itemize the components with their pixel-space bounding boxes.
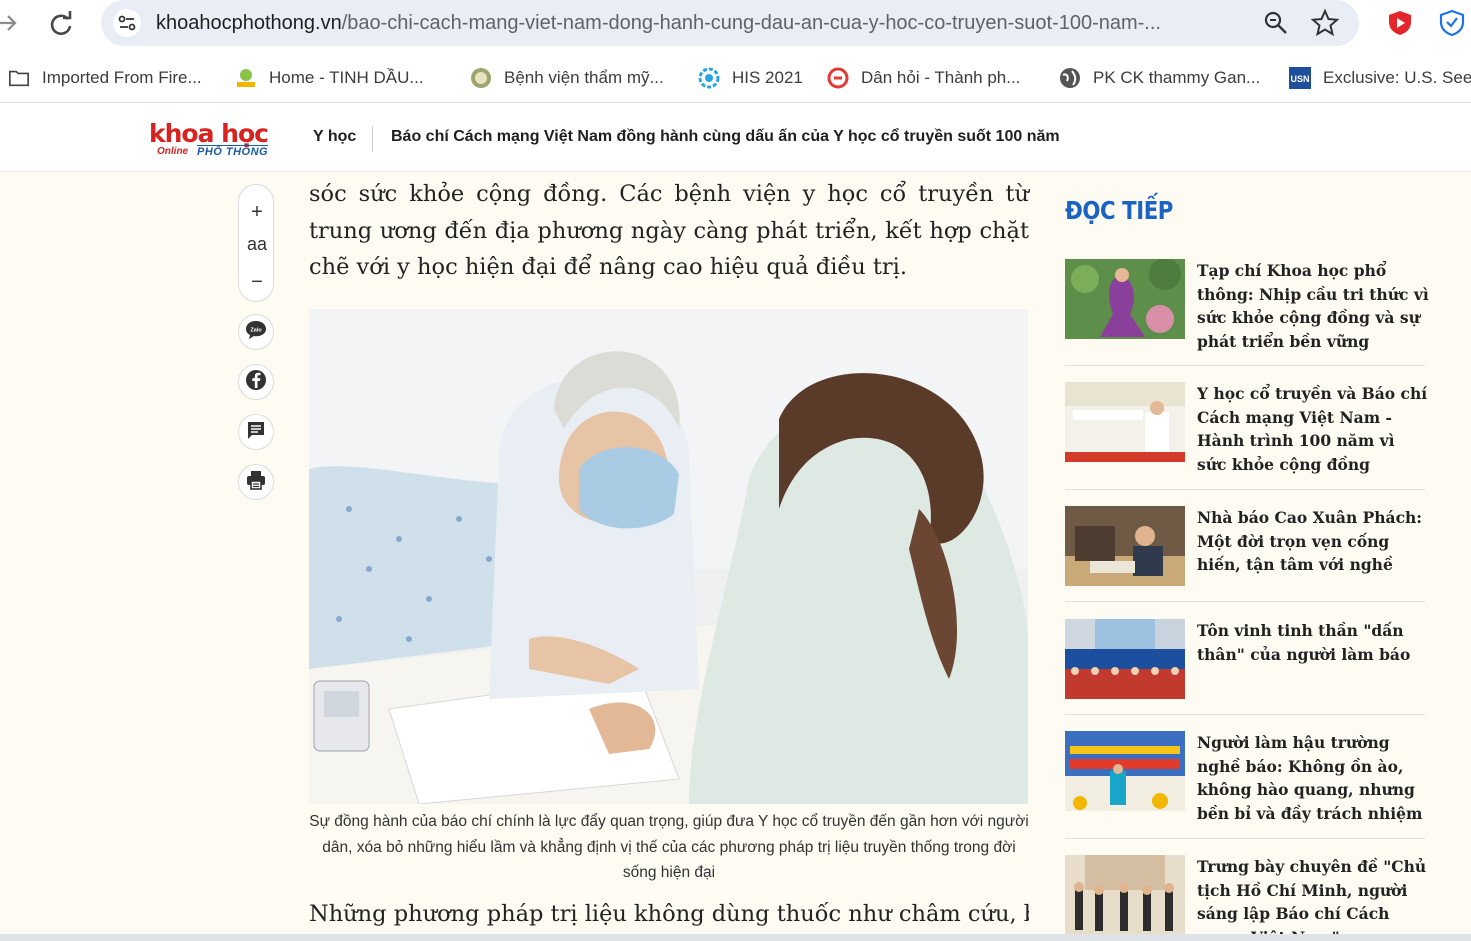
divider [1065, 365, 1425, 366]
site-icon [827, 67, 849, 89]
zoom-out-button[interactable]: − [239, 267, 275, 297]
reload-icon[interactable] [46, 9, 76, 39]
shield-check-extension-icon[interactable] [1438, 9, 1466, 37]
category-link[interactable]: Y học [313, 128, 356, 146]
facebook-icon [245, 369, 267, 396]
related-article-thumb[interactable] [1065, 382, 1185, 462]
related-article-title[interactable]: Tôn vinh tinh thần "dấn thân" của người … [1197, 619, 1429, 666]
header-divider [372, 126, 373, 152]
bookmark-item[interactable]: USN Exclusive: U.S. Sees [1289, 65, 1471, 91]
related-article[interactable]: Người làm hậu trường nghề báo: Không ồn … [1065, 731, 1425, 826]
bookmark-label: Dân hỏi - Thành ph... [861, 68, 1021, 87]
comment-button[interactable] [238, 414, 274, 450]
divider [1065, 489, 1425, 490]
url-path: /bao-chi-cach-mang-viet-nam-dong-hanh-cu… [341, 12, 1161, 34]
divider [1065, 838, 1425, 839]
bookmark-item[interactable]: Home - TINH DẦU... [235, 65, 424, 91]
zalo-share-button[interactable]: Zalo [238, 314, 274, 350]
url-text[interactable]: khoahocphothong.vn/bao-chi-cach-mang-vie… [156, 10, 1241, 36]
related-article-thumb[interactable] [1065, 855, 1185, 935]
related-article[interactable]: Tạp chí Khoa học phổ thông: Nhịp cầu tri… [1065, 259, 1429, 354]
page-content: + aa − Zalo sóc sức khỏe cộng đồng. Các … [0, 172, 1471, 941]
logo-sub-text: Online [157, 146, 189, 157]
font-size-label: aa [246, 234, 268, 254]
related-article[interactable]: Y học cổ truyền và Báo chí Cách mạng Việ… [1065, 382, 1427, 477]
bookmark-label: Imported From Fire... [42, 68, 202, 87]
folder-icon [8, 67, 30, 89]
article-paragraph: sóc sức khỏe cộng đồng. Các bệnh viện y … [309, 181, 1029, 280]
related-article-thumb[interactable] [1065, 731, 1185, 811]
bookmark-star-icon[interactable] [1310, 8, 1340, 38]
bookmark-label: PK CK thammy Gan... [1093, 68, 1261, 87]
related-article-thumb[interactable] [1065, 506, 1185, 586]
site-header: khoa học Online PHỔ THÔNG Y học Báo chí … [0, 104, 1471, 172]
header-article-title: Báo chí Cách mạng Việt Nam đồng hành cùn… [391, 128, 1060, 145]
related-article-thumb[interactable] [1065, 619, 1185, 699]
usn-icon: USN [1289, 67, 1311, 89]
browser-toolbar: khoahocphothong.vn/bao-chi-cach-mang-vie… [0, 0, 1471, 53]
related-article-title[interactable]: Y học cổ truyền và Báo chí Cách mạng Việ… [1197, 382, 1429, 476]
related-article-title[interactable]: Nhà báo Cao Xuân Phách: Một đời trọn vẹn… [1197, 506, 1429, 577]
site-info-icon[interactable] [112, 8, 142, 38]
site-logo[interactable]: khoa học Online PHỔ THÔNG [149, 119, 277, 161]
bookmark-item[interactable]: PK CK thammy Gan... [1059, 65, 1260, 91]
bookmark-item[interactable]: Imported From Fire... [8, 65, 202, 91]
zoom-in-button[interactable]: + [239, 197, 275, 227]
related-article-title[interactable]: Trưng bày chuyên đề "Chủ tịch Hồ Chí Min… [1197, 855, 1429, 941]
forward-icon[interactable] [0, 10, 20, 36]
bookmark-item[interactable]: Dân hỏi - Thành ph... [827, 65, 1020, 91]
window-bottom-edge [0, 934, 1471, 941]
read-more-heading: ĐỌC TIẾP [1065, 196, 1173, 225]
comment-icon [245, 419, 267, 446]
related-article-thumb[interactable] [1065, 259, 1185, 339]
related-article-title[interactable]: Tạp chí Khoa học phổ thông: Nhịp cầu tri… [1197, 259, 1429, 353]
print-icon [245, 469, 267, 496]
zalo-icon: Zalo [245, 319, 267, 346]
bookmarks-bar: Imported From Fire... Home - TINH DẦU...… [0, 53, 1471, 103]
divider [1065, 714, 1425, 715]
divider [1065, 601, 1425, 602]
svg-text:USN: USN [1290, 74, 1309, 84]
url-host: khoahocphothong.vn [156, 12, 342, 34]
bookmark-item[interactable]: Bệnh viện thẩm mỹ... [470, 65, 664, 91]
logo-sub2-text: PHỔ THÔNG [197, 145, 269, 158]
shield-extension-icon[interactable] [1386, 9, 1414, 37]
article-paragraph: Những phương pháp trị liệu không dùng th… [309, 901, 1029, 927]
related-article[interactable]: Tôn vinh tinh thần "dấn thân" của người … [1065, 619, 1425, 699]
bookmark-label: HIS 2021 [732, 68, 803, 87]
font-size-control: + aa − [238, 184, 274, 302]
related-article[interactable]: Nhà báo Cao Xuân Phách: Một đời trọn vẹn… [1065, 506, 1425, 588]
gear-site-icon [698, 67, 720, 89]
photo-caption: Sự đồng hành của báo chí chính là lực đẩ… [309, 813, 1029, 881]
related-article-title[interactable]: Người làm hậu trường nghề báo: Không ồn … [1197, 731, 1429, 825]
bookmark-label: Home - TINH DẦU... [269, 68, 424, 87]
related-article[interactable]: Trưng bày chuyên đề "Chủ tịch Hồ Chí Min… [1065, 855, 1426, 941]
bookmark-label: Exclusive: U.S. Sees [1323, 68, 1471, 87]
globe-icon [1059, 67, 1081, 89]
print-button[interactable] [238, 464, 274, 500]
svg-text:Zalo: Zalo [250, 327, 262, 333]
facebook-share-button[interactable] [238, 364, 274, 400]
site-icon [470, 67, 492, 89]
bookmark-label: Bệnh viện thẩm mỹ... [504, 68, 664, 87]
bookmark-item[interactable]: HIS 2021 [698, 65, 803, 91]
article-photo[interactable] [309, 309, 1028, 804]
site-icon [235, 67, 257, 89]
zoom-icon[interactable] [1262, 9, 1290, 37]
